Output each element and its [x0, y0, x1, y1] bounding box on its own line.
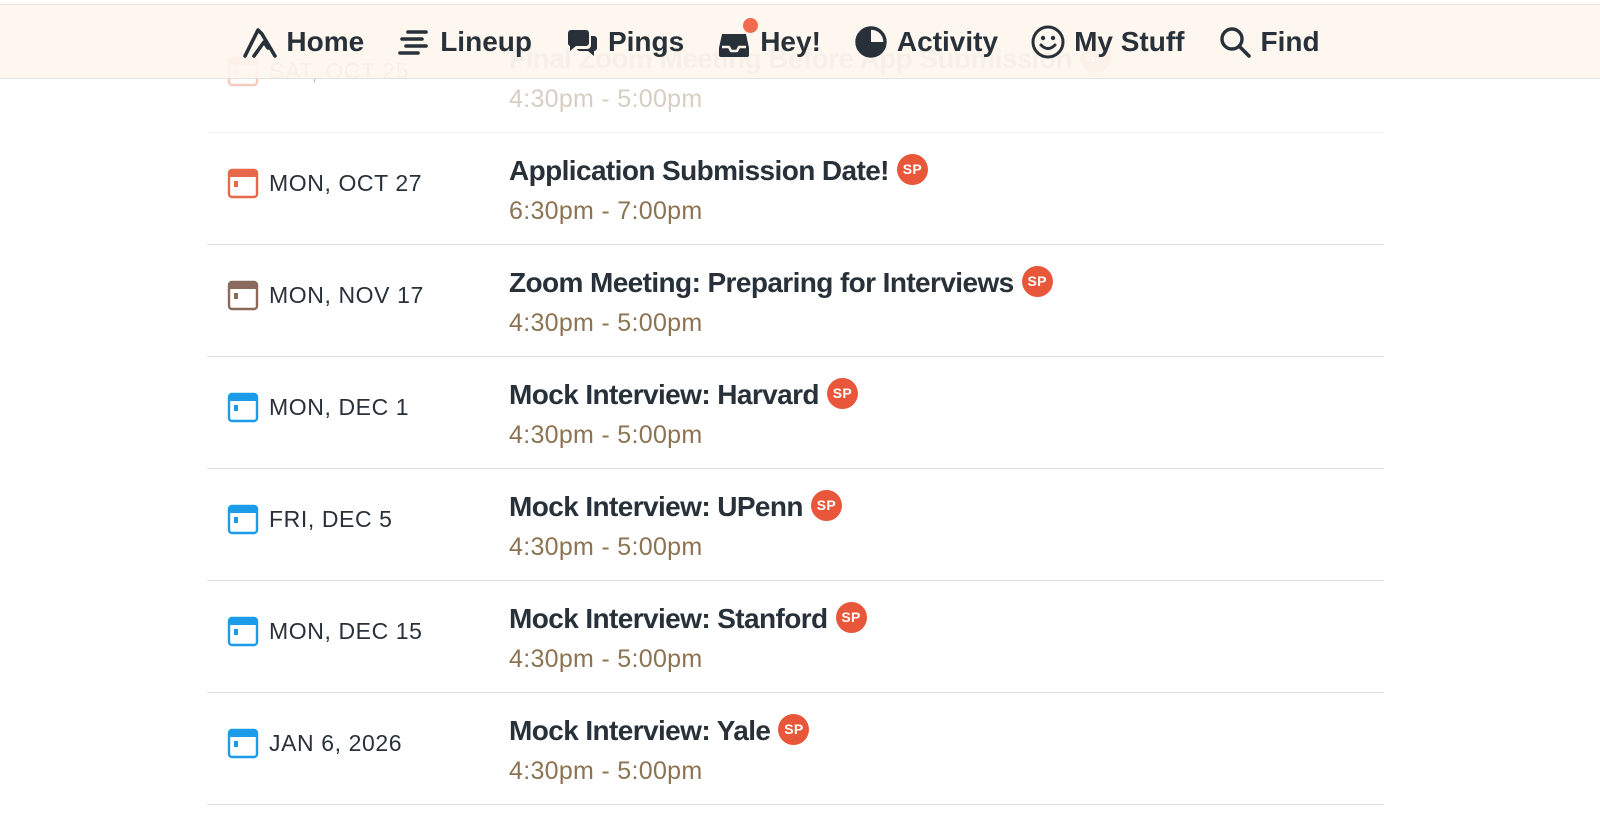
- smiley-icon: [1030, 24, 1066, 60]
- nav-pings[interactable]: Pings: [548, 18, 700, 66]
- nav-lineup-label: Lineup: [440, 25, 532, 57]
- event-title[interactable]: Application Submission Date!: [509, 155, 890, 187]
- calendar-icon: [227, 279, 259, 311]
- event-row[interactable]: MON, NOV 17 Zoom Meeting: Preparing for I…: [207, 245, 1384, 357]
- event-row[interactable]: FRI, DEC 5 Mock Interview: UPenn SP 4:30pm …: [207, 469, 1384, 581]
- event-title[interactable]: Mock Interview: Yale: [509, 715, 771, 747]
- event-row[interactable]: MON, OCT 27 Application Submission Date! S…: [207, 133, 1384, 245]
- event-title-line: Application Submission Date! SP: [509, 153, 928, 187]
- event-title-line: Mock Interview: Harvard SP: [509, 377, 858, 411]
- top-navigation: Home Lineup Pings Hey! Activity My Stuff…: [0, 4, 1600, 79]
- event-time: 4:30pm - 5:00pm: [509, 533, 703, 561]
- avatar[interactable]: SP: [826, 377, 858, 409]
- nav-home-label: Home: [286, 25, 365, 57]
- avatar[interactable]: SP: [896, 153, 928, 185]
- event-title[interactable]: Mock Interview: Harvard: [509, 379, 819, 411]
- home-icon: [242, 24, 278, 60]
- event-date: FRI, DEC 5: [227, 503, 393, 535]
- event-time: 6:30pm - 7:00pm: [509, 197, 703, 225]
- event-date: MON, DEC 1: [227, 391, 409, 423]
- nav-activity[interactable]: Activity: [837, 18, 1014, 66]
- event-time: 4:30pm - 5:00pm: [509, 645, 703, 673]
- hey-icon: [716, 17, 759, 60]
- nav-hey-label: Hey!: [760, 25, 821, 57]
- event-date-text: FRI, DEC 5: [269, 505, 393, 532]
- event-title-line: Mock Interview: Stanford SP: [509, 601, 867, 635]
- event-title[interactable]: Mock Interview: UPenn: [509, 491, 804, 523]
- event-title-line: Mock Interview: UPenn SP: [509, 489, 842, 523]
- nav-home[interactable]: Home: [226, 18, 380, 66]
- avatar[interactable]: SP: [810, 489, 842, 521]
- event-date-text: MON, OCT 27: [269, 169, 423, 196]
- calendar-icon: [227, 167, 259, 199]
- calendar-icon: [227, 615, 259, 647]
- nav-items: Home Lineup Pings Hey! Activity My Stuff…: [226, 17, 1336, 66]
- calendar-icon: [227, 391, 259, 423]
- event-title[interactable]: Zoom Meeting: Preparing for Interviews: [509, 267, 1014, 299]
- event-time: 4:30pm - 5:00pm: [509, 757, 703, 785]
- event-date-text: MON, NOV 17: [269, 281, 424, 308]
- activity-icon: [853, 24, 889, 60]
- event-date-text: MON, DEC 1: [269, 393, 410, 420]
- nav-activity-label: Activity: [896, 25, 999, 57]
- event-date: JAN 6, 2026: [227, 727, 402, 759]
- event-row[interactable]: MON, DEC 1 Mock Interview: Harvard SP 4:30p…: [207, 357, 1384, 469]
- event-row[interactable]: MON, DEC 15 Mock Interview: Stanford SP 4:3…: [207, 581, 1384, 693]
- event-title-line: Mock Interview: Yale SP: [509, 713, 810, 747]
- event-title-line: Zoom Meeting: Preparing for Interviews SP: [509, 265, 1053, 299]
- calendar-icon: [227, 503, 259, 535]
- lineup-icon: [396, 24, 432, 60]
- event-title[interactable]: Mock Interview: Stanford: [509, 603, 828, 635]
- avatar[interactable]: SP: [1021, 265, 1053, 297]
- nav-lineup[interactable]: Lineup: [380, 18, 548, 66]
- nav-find[interactable]: Find: [1201, 18, 1336, 66]
- nav-my-stuff[interactable]: My Stuff: [1014, 18, 1200, 66]
- event-date: MON, DEC 15: [227, 615, 423, 647]
- event-time: 4:30pm - 5:00pm: [509, 421, 703, 449]
- nav-find-label: Find: [1260, 25, 1320, 57]
- nav-my-stuff-label: My Stuff: [1074, 25, 1185, 57]
- event-date-text: JAN 6, 2026: [269, 729, 403, 756]
- page: Home Lineup Pings Hey! Activity My Stuff…: [0, 0, 1600, 823]
- event-date: MON, NOV 17: [227, 279, 424, 311]
- pings-icon: [564, 24, 600, 60]
- avatar[interactable]: SP: [778, 713, 810, 745]
- avatar[interactable]: SP: [835, 601, 867, 633]
- nav-hey[interactable]: Hey!: [700, 17, 837, 66]
- event-row[interactable]: JAN 6, 2026 Mock Interview: Yale SP 4:30pm …: [207, 693, 1384, 805]
- nav-pings-label: Pings: [607, 25, 685, 57]
- event-time: 4:30pm - 5:00pm: [509, 85, 703, 113]
- notification-dot: [743, 17, 759, 33]
- search-icon: [1217, 24, 1253, 60]
- event-date-text: MON, DEC 15: [269, 617, 423, 644]
- event-time: 4:30pm - 5:00pm: [509, 309, 703, 337]
- event-date: MON, OCT 27: [227, 167, 422, 199]
- calendar-icon: [227, 727, 259, 759]
- schedule-list: SAT, OCT 25Final Zoom Meeting Before App…: [207, 21, 1384, 805]
